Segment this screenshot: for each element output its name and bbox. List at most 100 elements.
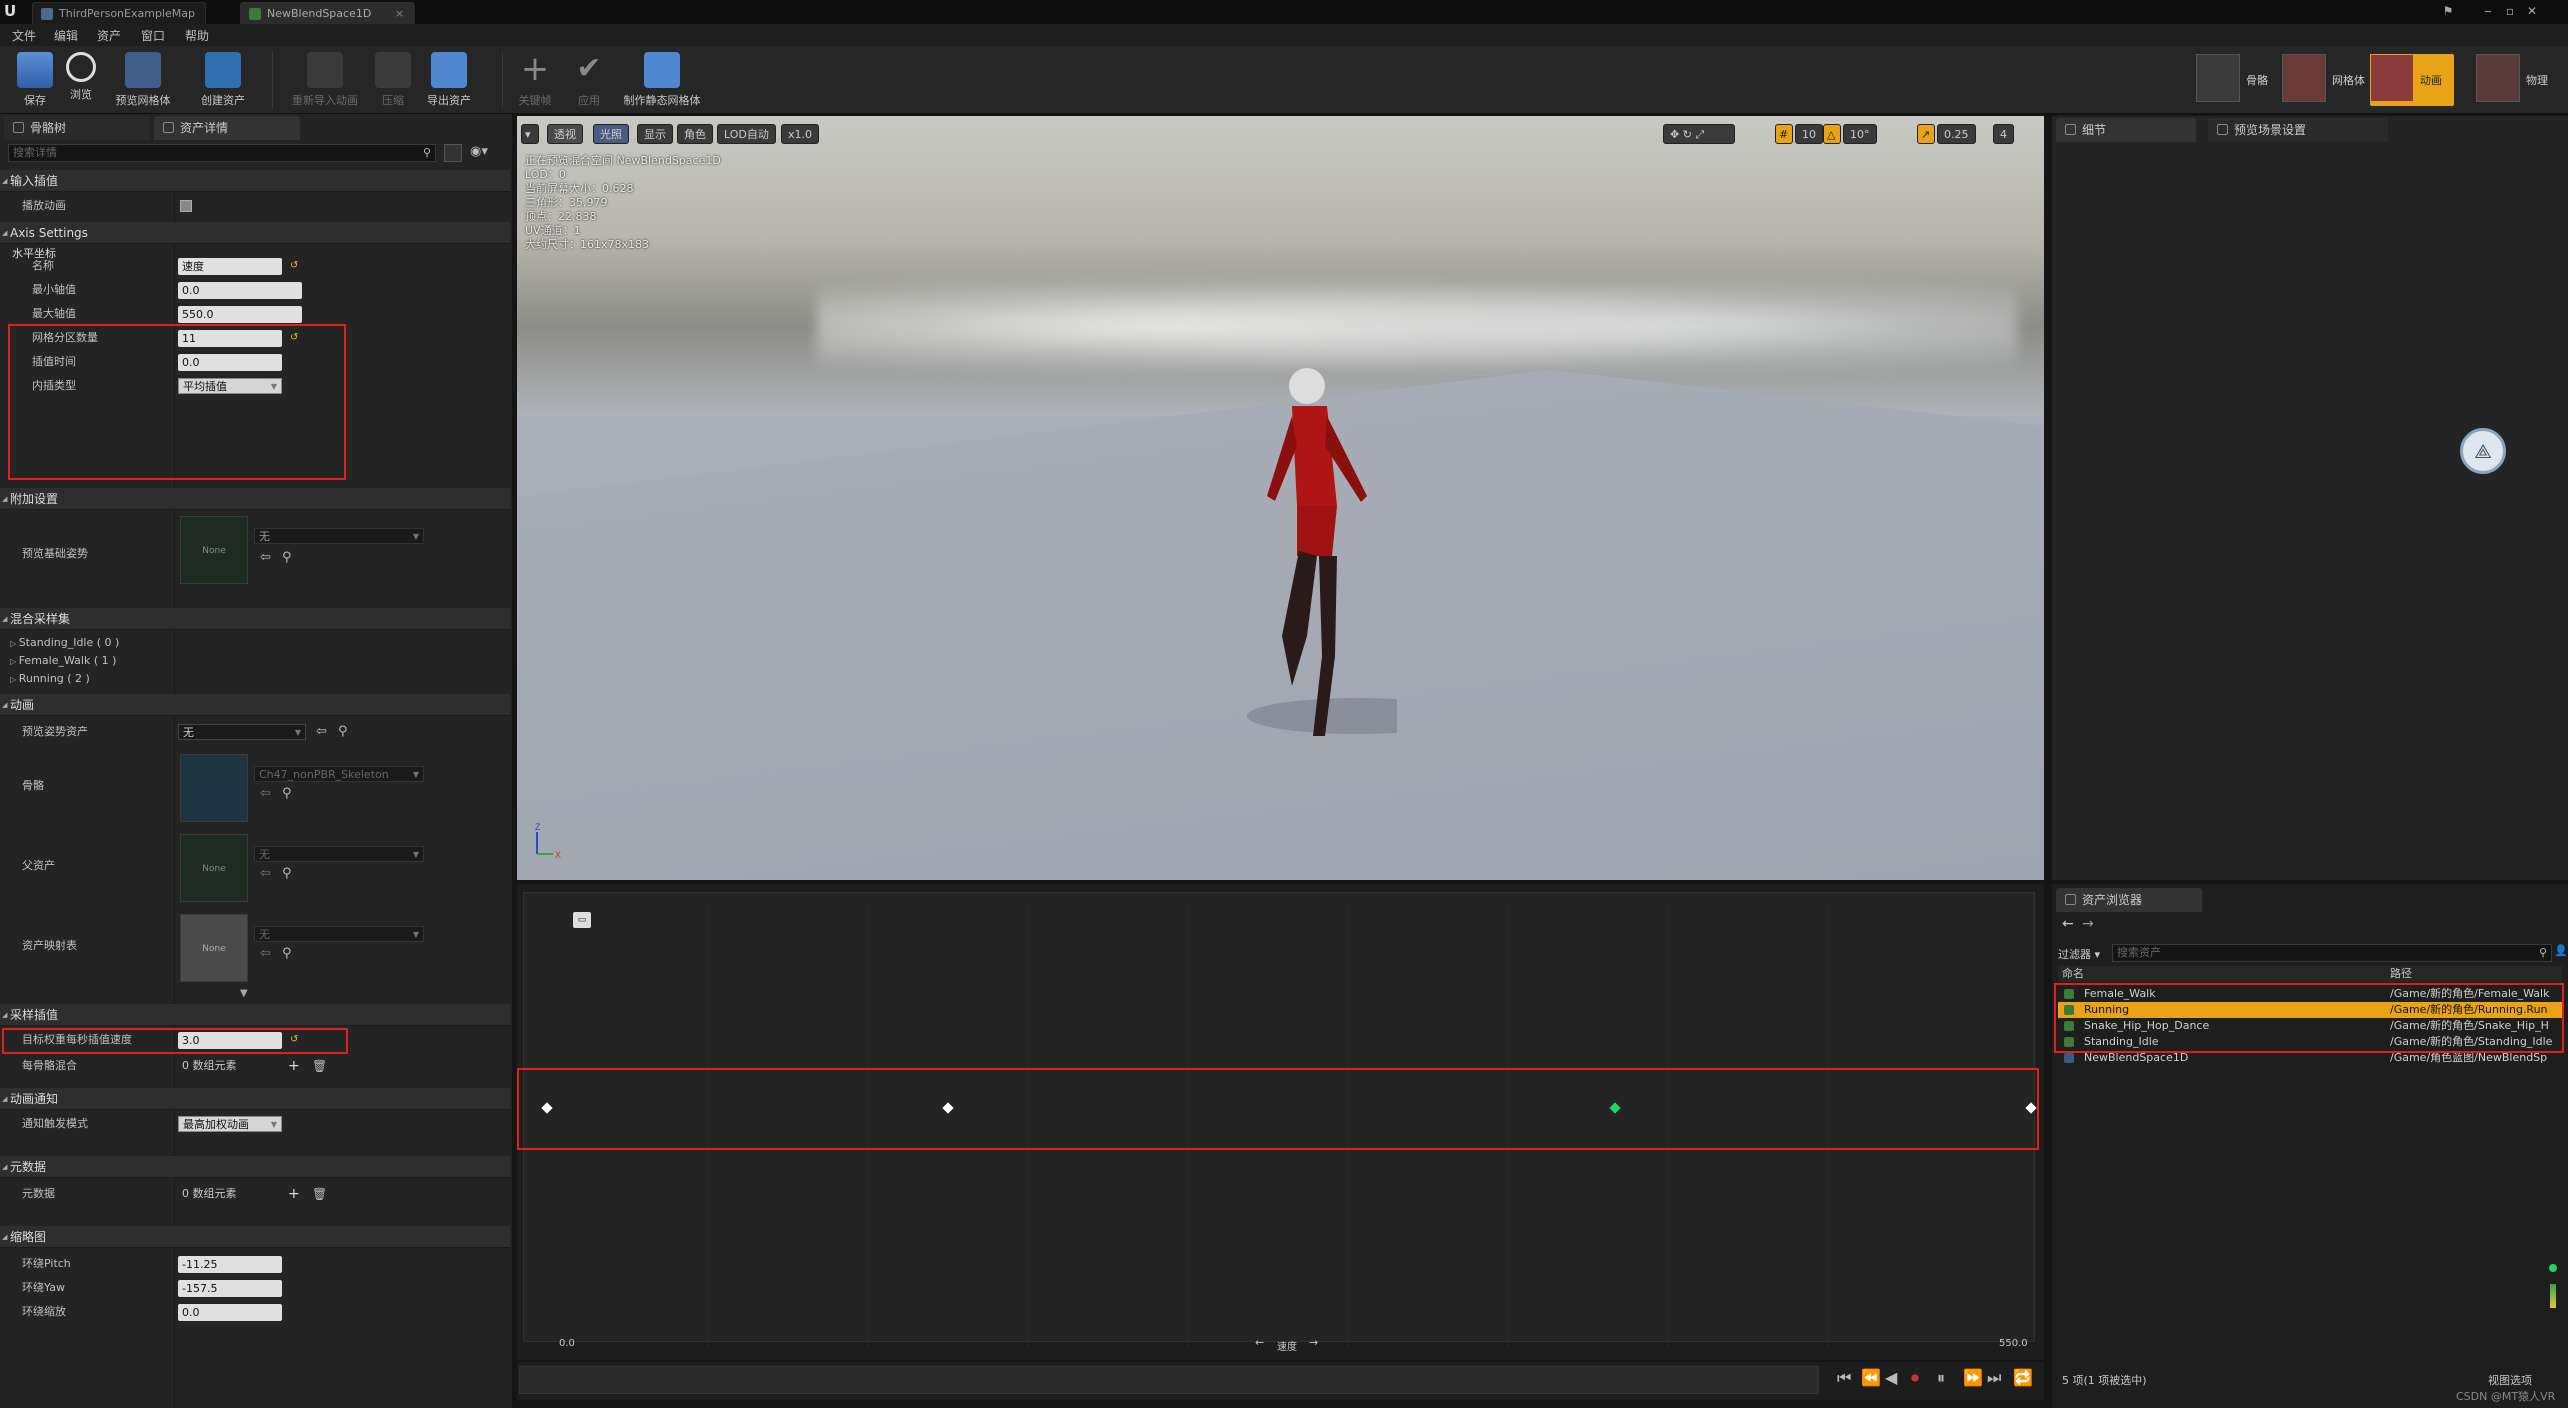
blend-sample-point[interactable] [541,1102,553,1114]
axis-max-field[interactable]: 550.0 [178,306,302,323]
blendspace-graph[interactable]: ▭ 0.0 550.0 ← 速度 → [517,884,2044,1360]
skeleton-dropdown[interactable]: Ch47_nonPBR_Skeleton [254,766,424,782]
category-thumbnail[interactable]: 缩略图 [0,1226,510,1248]
show-button[interactable]: 显示 [637,124,673,144]
category-metadata[interactable]: 元数据 [0,1156,510,1178]
rotation-snap-toggle[interactable]: △ [1823,124,1841,144]
use-selected-arrow-icon[interactable]: ⇦ [316,720,327,744]
browse-magnifier-icon[interactable]: ⚲ [282,946,292,961]
reimport-animation-button[interactable]: 重新导入动画 [290,50,360,110]
orbit-yaw-field[interactable]: -157.5 [178,1280,282,1297]
close-tab-icon[interactable]: × [395,7,404,20]
tab-third-person-map[interactable]: ThirdPersonExampleMap [32,2,206,24]
use-selected-arrow-icon[interactable]: ⇦ [260,550,271,565]
tab-skeleton-tree[interactable]: 骨骼树 [4,116,150,140]
orbit-pitch-field[interactable]: -11.25 [178,1256,282,1273]
category-input-interp[interactable]: 输入插值 [0,170,510,192]
category-additive[interactable]: 附加设置 [0,488,510,510]
menu-edit[interactable]: 编辑 [54,27,78,44]
user-filter-icon[interactable]: 👤 [2554,944,2568,957]
menu-window[interactable]: 窗口 [141,27,165,44]
browse-magnifier-icon[interactable]: ⚲ [282,786,292,801]
blend-sample-point[interactable] [1609,1102,1622,1114]
mode-skeleton[interactable]: 骨骼 [2196,54,2286,106]
menu-help[interactable]: 帮助 [185,27,209,44]
reset-icon[interactable]: ↺ [290,1028,298,1052]
expand-more-icon[interactable]: ▼ [240,988,248,999]
asset-row[interactable]: Standing_Idle /Game/新的角色/Standing_Idle [2058,1034,2562,1050]
back-arrow-icon[interactable]: ← [2062,916,2074,932]
blend-sample-point[interactable] [942,1102,954,1114]
preview-mesh-button[interactable]: 预览网格体 [108,50,178,110]
grid-view-icon[interactable] [444,144,462,162]
sample-standing-idle[interactable]: Standing_Idle ( 0 ) [10,636,120,649]
use-selected-arrow-icon[interactable]: ⇦ [260,786,271,801]
asset-search-input[interactable]: 搜索资产 ⚲ [2112,944,2552,962]
make-static-mesh-button[interactable]: 制作静态网格体 [612,50,712,110]
tab-details[interactable]: 细节 [2056,118,2196,142]
transform-tools-group[interactable]: ✥ ↻ ⤢ [1663,124,1735,144]
col-name[interactable]: 命名 [2062,966,2084,982]
add-element-icon[interactable]: + [288,1054,300,1078]
use-selected-arrow-icon[interactable]: ⇦ [260,866,271,881]
col-path[interactable]: 路径 [2390,966,2412,982]
browse-magnifier-icon[interactable]: ⚲ [282,866,292,881]
skip-to-end-icon[interactable]: ⏭ [1987,1368,2001,1388]
feedback-icon[interactable]: ⚑ [2438,2,2458,20]
category-sample-interp[interactable]: 采样插值 [0,1004,510,1026]
tab-preview-scene-settings[interactable]: 预览场景设置 [2208,118,2388,142]
details-search-input[interactable]: 搜索详情 ⚲ [8,144,436,162]
minimize-button[interactable]: ‒ [2478,2,2498,20]
menu-file[interactable]: 文件 [12,27,36,44]
step-back-icon[interactable]: ⏪ [1861,1368,1881,1387]
preview-pose-dropdown[interactable]: 无 [178,724,306,740]
play-animation-checkbox[interactable] [180,200,192,212]
menu-asset[interactable]: 资产 [97,27,121,44]
character-button[interactable]: 角色 [677,124,713,144]
browse-magnifier-icon[interactable]: ⚲ [282,550,292,565]
tab-blendspace[interactable]: NewBlendSpace1D × [240,2,416,24]
asset-row-selected[interactable]: Running /Game/新的角色/Running.Run [2058,1002,2562,1018]
view-options-button[interactable]: 视图选项 [2488,1372,2532,1388]
browse-magnifier-icon[interactable]: ⚲ [338,720,348,744]
sample-running[interactable]: Running ( 2 ) [10,672,90,685]
viewport-options-button[interactable]: ▾ [521,124,539,144]
grid-divisions-field[interactable]: 11 [178,330,282,347]
asset-row[interactable]: Snake_Hip_Hop_Dance /Game/新的角色/Snake_Hip… [2058,1018,2562,1034]
pause-icon[interactable]: ⏸ [1937,1368,1945,1388]
notify-mode-dropdown[interactable]: 最高加权动画 [178,1116,282,1132]
skip-to-start-icon[interactable]: ⏮ [1837,1368,1851,1388]
browse-button[interactable]: 浏览 [46,50,116,110]
perspective-button[interactable]: 透视 [547,124,583,144]
mode-mesh[interactable]: 网格体 [2282,54,2372,106]
category-anim-notify[interactable]: 动画通知 [0,1088,510,1110]
trash-icon[interactable]: 🗑 [312,1182,327,1206]
asset-row[interactable]: Female_Walk /Game/新的角色/Female_Walk [2058,986,2562,1002]
preview-base-pose-dropdown[interactable]: 无 [254,528,424,544]
camera-speed-button[interactable]: 4 [1993,124,2014,144]
axis-min-field[interactable]: 0.0 [178,282,302,299]
play-reverse-icon[interactable]: ◀ [1885,1368,1897,1387]
close-window-button[interactable]: ✕ [2522,2,2542,20]
timeline-scrubber[interactable] [519,1366,1819,1394]
grid-snap-toggle[interactable]: # [1775,124,1793,144]
record-icon[interactable]: ⏺ [1911,1368,1919,1388]
loop-icon[interactable]: 🔁 [2013,1368,2033,1387]
floating-assistant-icon[interactable]: ⟁ [2460,428,2506,474]
eye-icon[interactable]: ◉▾ [470,144,488,159]
target-weight-speed-field[interactable]: 3.0 [178,1032,282,1049]
rotation-snap-value[interactable]: 10° [1843,124,1877,144]
tab-asset-browser[interactable]: 资产浏览器 [2056,888,2202,912]
reset-icon[interactable]: ↺ [290,326,298,350]
playback-speed-button[interactable]: x1.0 [781,124,820,144]
forward-arrow-icon[interactable]: → [2082,916,2094,932]
preview-viewport[interactable]: ▾ 透视 光照 显示 角色 LOD自动 x1.0 ✥ ↻ ⤢ # 10 △ 10… [517,116,2044,880]
sample-female-walk[interactable]: Female_Walk ( 1 ) [10,654,117,667]
grid-snap-value[interactable]: 10 [1795,124,1823,144]
create-asset-button[interactable]: 创建资产 [188,50,258,110]
interp-type-dropdown[interactable]: 平均插值 [178,378,282,394]
filters-dropdown[interactable]: 过滤器 ▾ [2058,946,2100,962]
export-asset-button[interactable]: 导出资产 [414,50,484,110]
scale-snap-value[interactable]: 0.25 [1937,124,1976,144]
maximize-button[interactable]: ▫ [2500,2,2520,20]
